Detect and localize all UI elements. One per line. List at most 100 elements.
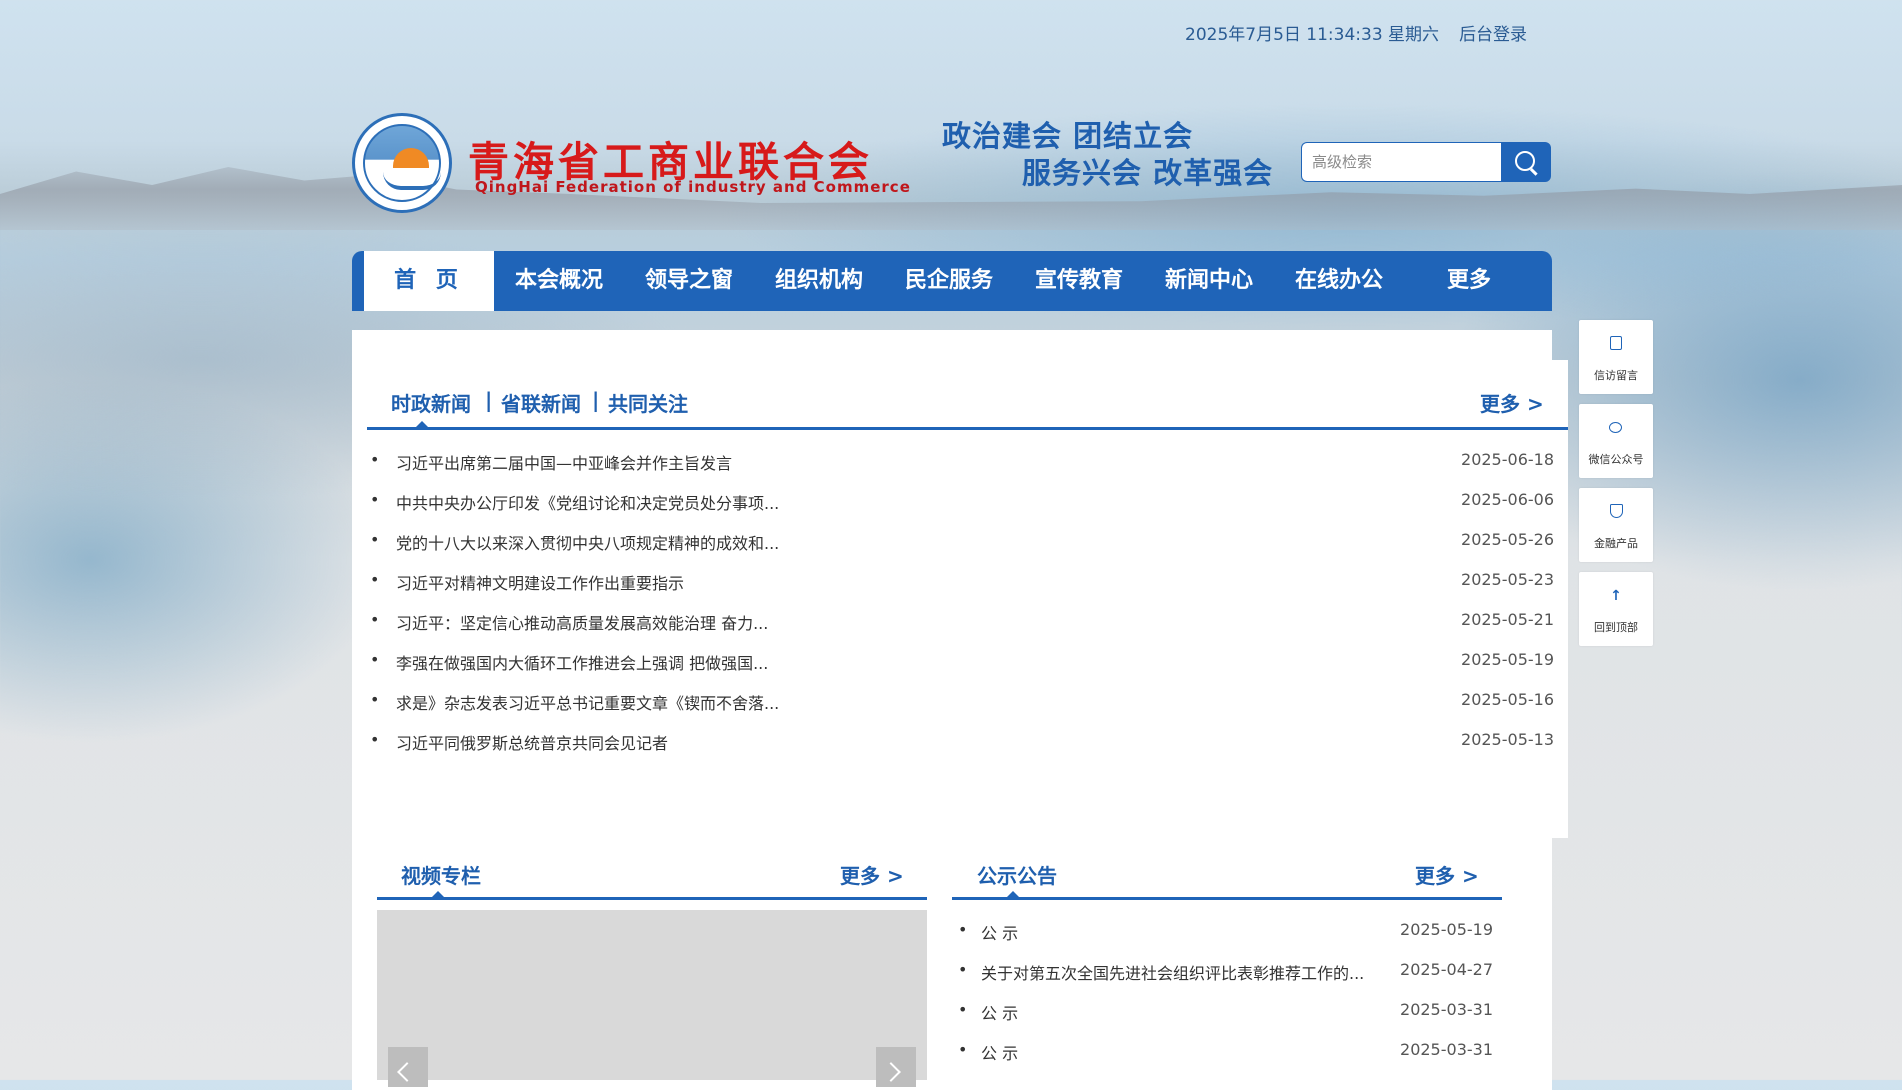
nav-item-about[interactable]: 本会概况 — [494, 251, 624, 311]
bullet: • — [958, 920, 968, 939]
logo-book — [383, 172, 441, 190]
notice-date: 2025-03-31 — [1400, 1000, 1493, 1019]
nav-item-publicity[interactable]: 宣传教育 — [1014, 251, 1144, 311]
video-more-link[interactable]: 更多 > — [840, 860, 904, 889]
bullet: • — [370, 650, 380, 669]
chevron-left-icon — [397, 1062, 417, 1082]
bullet: • — [370, 730, 380, 749]
notice-item: • 关于对第五次全国先进社会组织评比表彰推荐工作的... 2025-04-27 — [958, 960, 1493, 984]
notice-title[interactable]: 公 示 — [981, 920, 1018, 944]
wechat-icon — [1609, 422, 1622, 433]
news-more-link[interactable]: 更多 > — [1480, 388, 1544, 417]
nav-item-leaders[interactable]: 领导之窗 — [624, 251, 754, 311]
side-tool-petition[interactable]: 信访留言 — [1579, 320, 1653, 394]
bullet: • — [370, 530, 380, 549]
news-date: 2025-06-06 — [1461, 490, 1554, 509]
notice-title[interactable]: 公 示 — [981, 1000, 1018, 1024]
news-date: 2025-05-13 — [1461, 730, 1554, 749]
search-bar — [1301, 142, 1551, 182]
admin-login-link[interactable]: 后台登录 — [1459, 20, 1527, 45]
notice-divider — [952, 897, 1502, 900]
search-icon — [1515, 151, 1535, 171]
bullet: • — [370, 610, 380, 629]
panel-extension — [1552, 360, 1568, 838]
video-prev-button[interactable] — [388, 1047, 428, 1087]
news-item: • 党的十八大以来深入贯彻中央八项规定精神的成效和... 2025-05-26 — [370, 530, 1554, 554]
notice-item: • 公 示 2025-03-31 — [958, 1000, 1493, 1024]
notice-item: • 公 示 2025-05-19 — [958, 920, 1493, 944]
news-item: • 李强在做强国内大循环工作推进会上强调 把做强国... 2025-05-19 — [370, 650, 1554, 674]
notice-date: 2025-04-27 — [1400, 960, 1493, 979]
news-date: 2025-05-26 — [1461, 530, 1554, 549]
side-tool-label: 微信公众号 — [1588, 453, 1644, 466]
logo-sun — [393, 148, 429, 168]
news-item: • 习近平对精神文明建设工作作出重要指示 2025-05-23 — [370, 570, 1554, 594]
tab-provincial-news[interactable]: 省联新闻 — [501, 388, 581, 417]
org-logo[interactable] — [352, 113, 452, 213]
org-name-en: QingHai Federation of industry and Comme… — [475, 178, 911, 196]
slogan-line1: 政治建会 团结立会 — [942, 119, 1194, 153]
search-button[interactable] — [1501, 142, 1551, 182]
bullet: • — [958, 1000, 968, 1019]
side-tool-label: 信访留言 — [1594, 369, 1638, 382]
shield-icon — [1610, 504, 1623, 518]
news-item: • 中共中央办公厅印发《党组讨论和决定党员处分事项... 2025-06-06 — [370, 490, 1554, 514]
side-tool-back-to-top[interactable]: ↑ 回到顶部 — [1579, 572, 1653, 646]
video-divider — [377, 897, 927, 900]
bullet: • — [370, 690, 380, 709]
news-divider — [367, 427, 1568, 430]
slogan-line2: 服务兴会 改革强会 — [1022, 156, 1274, 190]
nav-item-online-office[interactable]: 在线办公 — [1274, 251, 1404, 311]
notice-title[interactable]: 关于对第五次全国先进社会组织评比表彰推荐工作的... — [981, 960, 1364, 984]
notice-date: 2025-05-19 — [1400, 920, 1493, 939]
news-title[interactable]: 求是》杂志发表习近平总书记重要文章《锲而不舍落... — [396, 690, 779, 714]
bullet: • — [958, 960, 968, 979]
side-tool-label: 回到顶部 — [1594, 621, 1638, 634]
news-title[interactable]: 中共中央办公厅印发《党组讨论和决定党员处分事项... — [396, 490, 779, 514]
chevron-right-icon — [881, 1062, 901, 1082]
notice-item: • 公 示 2025-03-31 — [958, 1040, 1493, 1064]
nav-item-more[interactable]: 更多 — [1404, 251, 1534, 311]
news-item: • 求是》杂志发表习近平总书记重要文章《锲而不舍落... 2025-05-16 — [370, 690, 1554, 714]
news-title[interactable]: 习近平：坚定信心推动高质量发展高效能治理 奋力... — [396, 610, 768, 634]
news-date: 2025-05-23 — [1461, 570, 1554, 589]
side-tool-label: 金融产品 — [1594, 537, 1638, 550]
arrow-up-icon: ↑ — [1610, 588, 1622, 604]
video-section-title: 视频专栏 — [401, 864, 481, 888]
news-title[interactable]: 习近平出席第二届中国—中亚峰会并作主旨发言 — [396, 450, 732, 474]
clipboard-icon — [1610, 336, 1622, 350]
side-tool-wechat[interactable]: 微信公众号 — [1579, 404, 1653, 478]
side-tool-finance[interactable]: 金融产品 — [1579, 488, 1653, 562]
news-title[interactable]: 习近平对精神文明建设工作作出重要指示 — [396, 570, 684, 594]
notice-title[interactable]: 公 示 — [981, 1040, 1018, 1064]
news-date: 2025-05-19 — [1461, 650, 1554, 669]
news-date: 2025-06-18 — [1461, 450, 1554, 469]
main-nav: 首 页 本会概况 领导之窗 组织机构 民企服务 宣传教育 新闻中心 在线办公 更… — [352, 251, 1552, 311]
news-title[interactable]: 习近平同俄罗斯总统普京共同会见记者 — [396, 730, 668, 754]
nav-item-organization[interactable]: 组织机构 — [754, 251, 884, 311]
bullet: • — [958, 1040, 968, 1059]
search-input[interactable] — [1301, 142, 1501, 182]
bullet: • — [370, 570, 380, 589]
news-title[interactable]: 党的十八大以来深入贯彻中央八项规定精神的成效和... — [396, 530, 779, 554]
tab-separator: | — [592, 388, 600, 412]
tab-separator: | — [485, 388, 493, 412]
nav-item-home[interactable]: 首 页 — [364, 251, 494, 311]
news-item: • 习近平：坚定信心推动高质量发展高效能治理 奋力... 2025-05-21 — [370, 610, 1554, 634]
bullet: • — [370, 450, 380, 469]
logo-emblem — [363, 124, 441, 202]
news-item: • 习近平出席第二届中国—中亚峰会并作主旨发言 2025-06-18 — [370, 450, 1554, 474]
video-player[interactable] — [377, 910, 927, 1080]
nav-item-enterprise-service[interactable]: 民企服务 — [884, 251, 1014, 311]
nav-item-news-center[interactable]: 新闻中心 — [1144, 251, 1274, 311]
tab-common-concern[interactable]: 共同关注 — [608, 388, 688, 417]
tab-current-affairs[interactable]: 时政新闻 — [391, 388, 471, 417]
top-bar: 2025年7月5日 11:34:33 星期六 后台登录 — [1185, 20, 1527, 45]
news-tabs: 时政新闻 | 省联新闻 | 共同关注 更多 > — [352, 388, 1568, 428]
notice-date: 2025-03-31 — [1400, 1040, 1493, 1059]
notice-more-link[interactable]: 更多 > — [1415, 860, 1479, 889]
news-title[interactable]: 李强在做强国内大循环工作推进会上强调 把做强国... — [396, 650, 768, 674]
video-next-button[interactable] — [876, 1047, 916, 1087]
news-date: 2025-05-21 — [1461, 610, 1554, 629]
news-date: 2025-05-16 — [1461, 690, 1554, 709]
